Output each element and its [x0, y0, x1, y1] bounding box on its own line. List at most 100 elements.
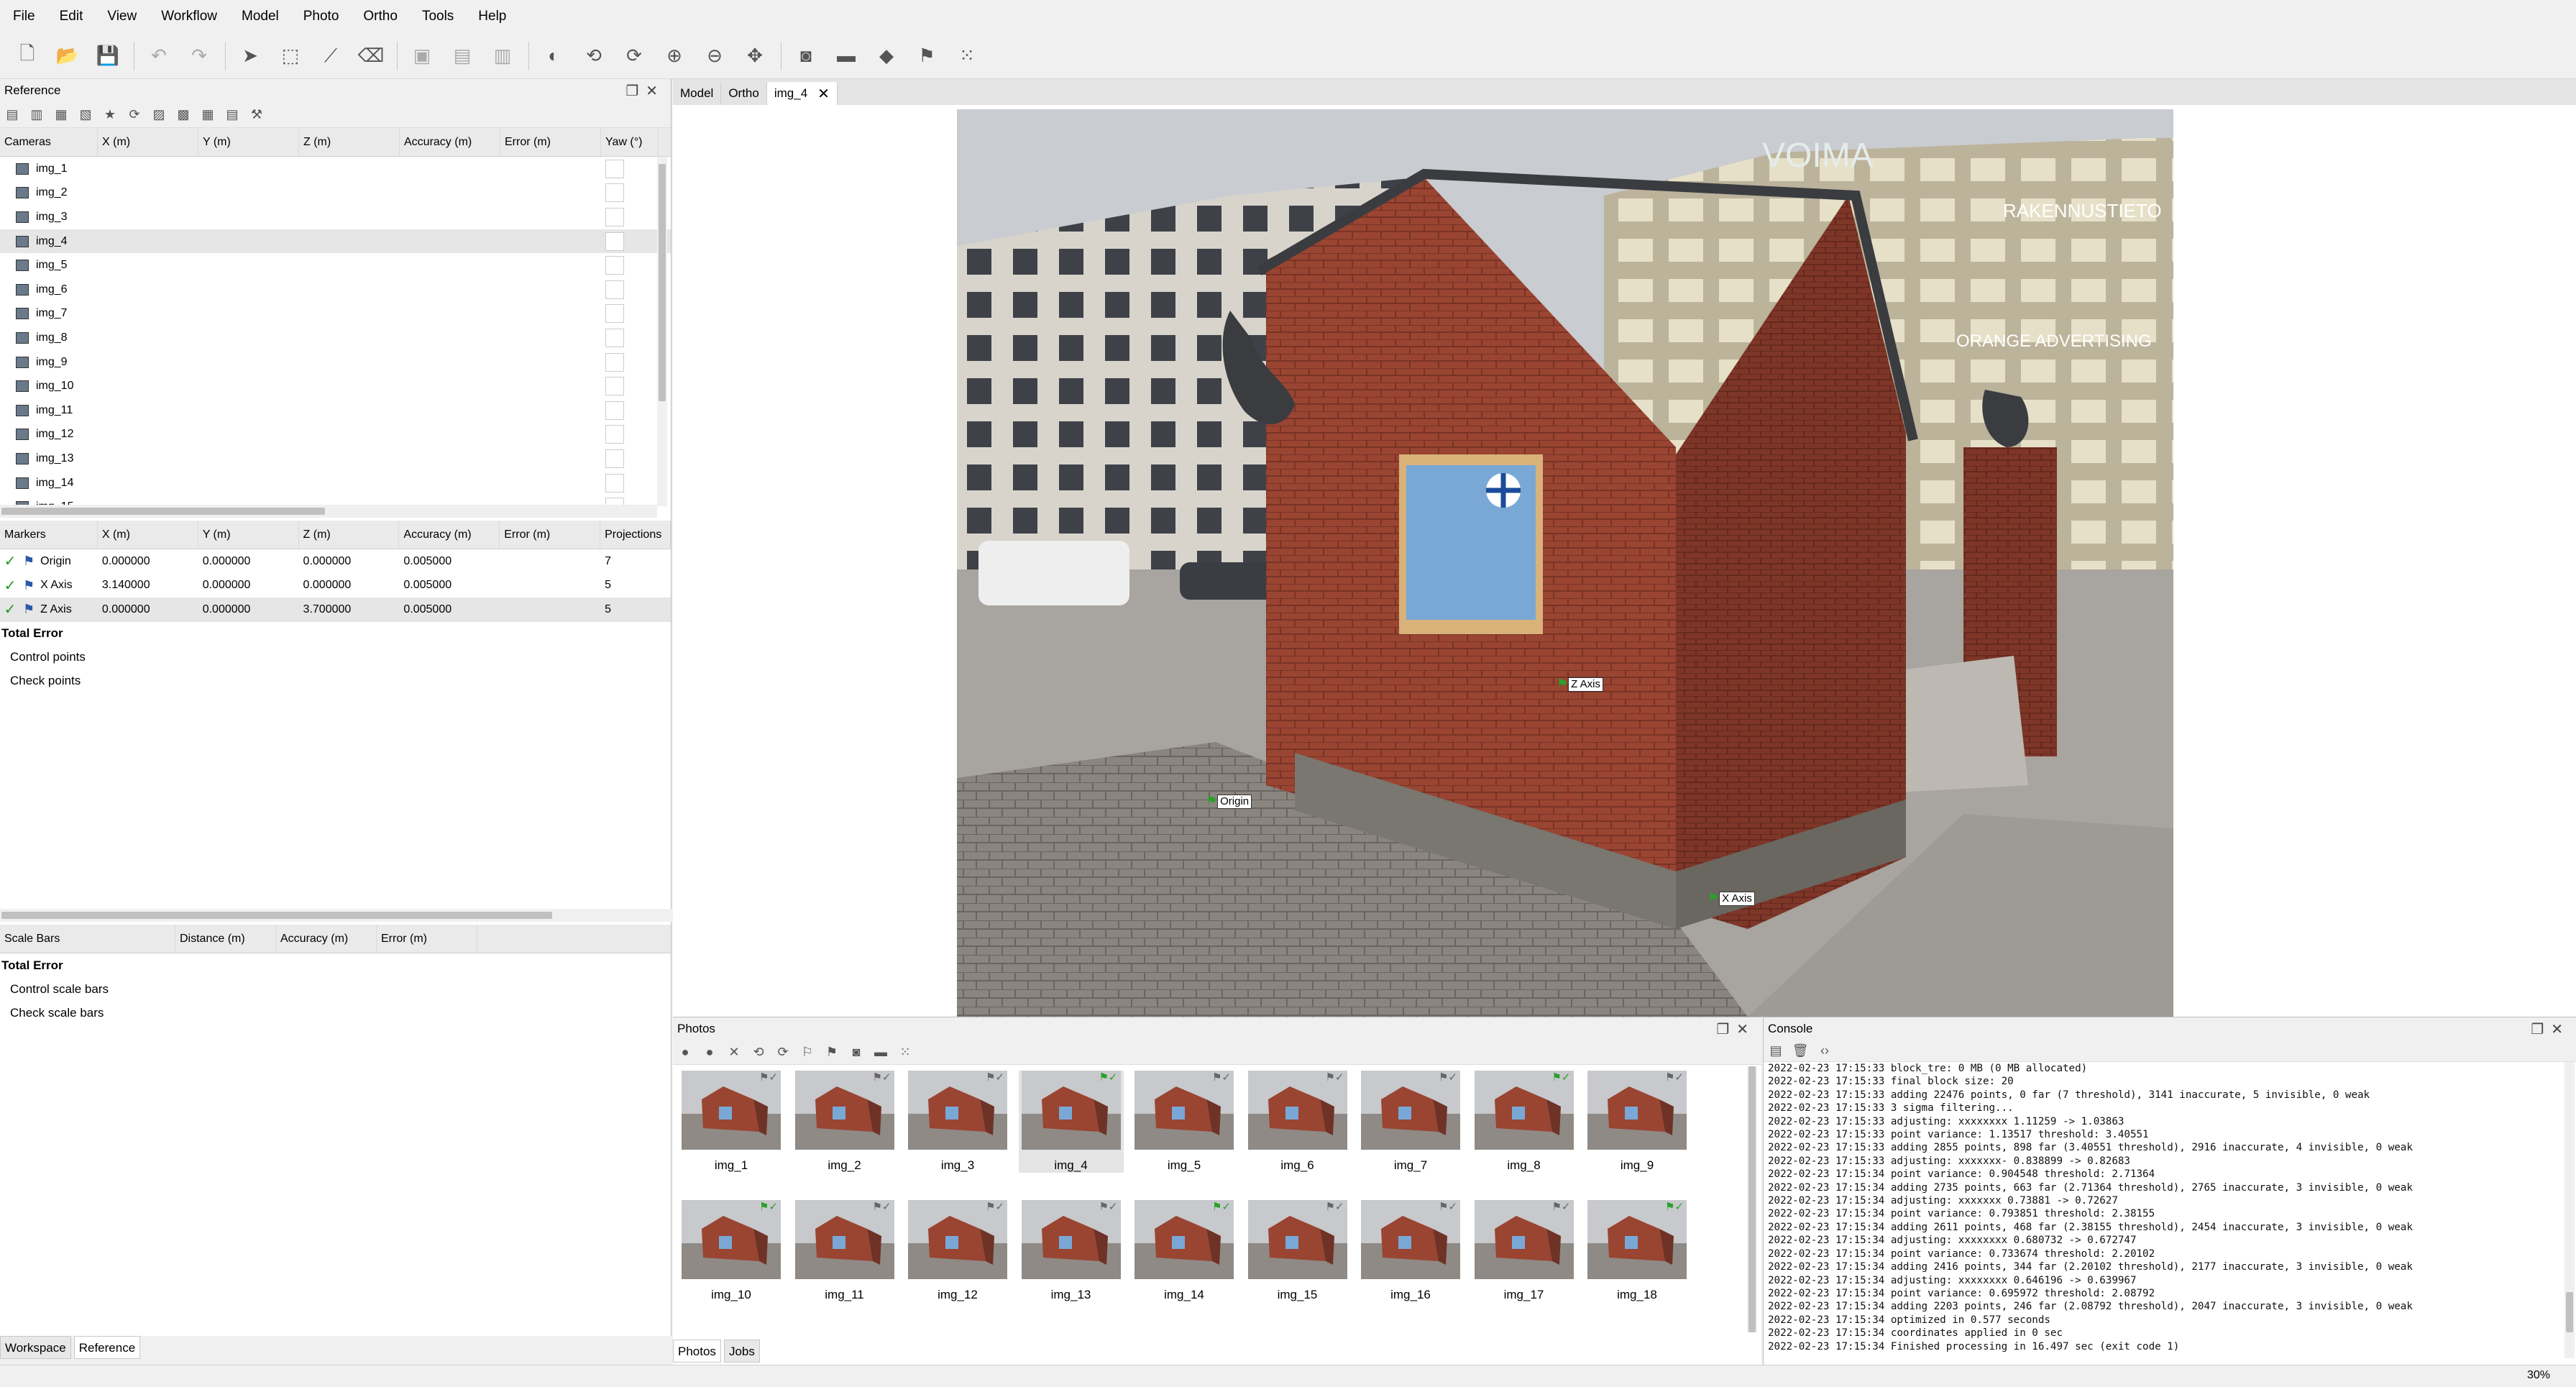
subtract-icon[interactable]: ▥: [488, 42, 517, 70]
camera-row[interactable]: img_6: [0, 278, 671, 302]
yaw-cell[interactable]: [605, 377, 624, 396]
marker-accuracy[interactable]: 0.005000: [399, 603, 500, 616]
tab-model[interactable]: Model: [673, 82, 722, 105]
camera-row[interactable]: img_3: [0, 205, 671, 229]
close-tab-icon[interactable]: ✕: [817, 85, 830, 103]
ruler-tool-icon[interactable]: ⟋: [316, 42, 345, 70]
marker-z[interactable]: 0.000000: [299, 555, 400, 568]
photo-thumbnail[interactable]: ⚑✓ img_13: [1019, 1200, 1124, 1302]
console-vscrollbar[interactable]: [2564, 1062, 2575, 1358]
marker-icon[interactable]: ◆: [872, 42, 901, 70]
details-icon[interactable]: ▬: [873, 1045, 889, 1061]
brightness-icon[interactable]: ◐: [539, 42, 568, 70]
control-scale-bars-row[interactable]: Control scale bars: [0, 977, 671, 1001]
yaw-cell[interactable]: [605, 207, 624, 226]
marker-z[interactable]: 3.700000: [299, 603, 400, 616]
col-marker-error[interactable]: Error (m): [500, 521, 601, 549]
photo-thumbnail[interactable]: ⚑✓ img_16: [1358, 1200, 1463, 1302]
yaw-cell[interactable]: [605, 473, 624, 493]
photo-thumbnail[interactable]: ⚑✓ img_4: [1018, 1071, 1124, 1173]
rectangle-selection-icon[interactable]: ⬚: [276, 42, 305, 70]
check-points-row[interactable]: Check points: [0, 669, 671, 693]
col-y[interactable]: Y (m): [198, 128, 299, 156]
rotate-left-icon[interactable]: ⟲: [751, 1045, 766, 1061]
col-scale-error[interactable]: Error (m): [377, 925, 477, 953]
camera-row[interactable]: img_2: [0, 181, 671, 206]
star-icon[interactable]: ★: [102, 107, 118, 123]
export-icon[interactable]: ▥: [29, 107, 45, 123]
view-estimated-icon[interactable]: ▩: [175, 107, 191, 123]
panel-float-close-icon[interactable]: ❐✕: [1716, 1020, 1756, 1038]
camera-row[interactable]: img_11: [0, 398, 671, 423]
yaw-cell[interactable]: [605, 232, 624, 251]
yaw-cell[interactable]: [605, 159, 624, 178]
col-x[interactable]: X (m): [98, 128, 198, 156]
photo-thumbnail[interactable]: ⚑✓ img_15: [1245, 1200, 1350, 1302]
photo-thumbnail[interactable]: ⚑✓ img_8: [1472, 1071, 1577, 1173]
cameras-vscrollbar[interactable]: [657, 157, 667, 506]
photos-vscrollbar[interactable]: [1747, 1066, 1757, 1332]
col-markers[interactable]: Markers: [0, 521, 98, 549]
eraser-icon[interactable]: ⌫: [357, 42, 385, 70]
yaw-cell[interactable]: [605, 304, 624, 324]
tab-reference[interactable]: Reference: [73, 1336, 141, 1359]
panel-float-close-icon[interactable]: ❐✕: [625, 82, 665, 100]
save-log-icon[interactable]: ▤: [1768, 1043, 1784, 1059]
remove-icon[interactable]: ✕: [726, 1045, 742, 1061]
camera-row[interactable]: img_12: [0, 423, 671, 447]
convert-icon[interactable]: ▦: [53, 107, 69, 123]
camera-row[interactable]: img_1: [0, 157, 671, 181]
marker-row[interactable]: ✓ ⚑ Origin 0.000000 0.000000 0.000000 0.005000…: [0, 549, 671, 574]
undo-icon[interactable]: ↶: [145, 42, 173, 70]
yaw-cell[interactable]: [605, 425, 624, 444]
marker-x-axis[interactable]: ⚑ X Axis: [1708, 891, 1755, 906]
photo-thumbnail[interactable]: ⚑✓ img_11: [792, 1200, 897, 1302]
optimize-icon[interactable]: ▧: [78, 107, 93, 123]
view-errors-icon[interactable]: ▦: [200, 107, 216, 123]
photo-thumbnail[interactable]: ⚑✓ img_1: [679, 1071, 784, 1173]
redo-icon[interactable]: ↷: [185, 42, 214, 70]
camera-row[interactable]: img_4: [0, 229, 671, 254]
menu-edit[interactable]: Edit: [60, 9, 83, 24]
photo-thumbnail[interactable]: ⚑✓ img_5: [1132, 1071, 1237, 1173]
photo-thumbnail[interactable]: ⚑✓ img_14: [1132, 1200, 1237, 1302]
col-error[interactable]: Error (m): [500, 128, 601, 156]
clear-log-icon[interactable]: 🗑: [1792, 1043, 1809, 1059]
marker-origin[interactable]: ⚑ Origin: [1206, 794, 1252, 809]
yaw-cell[interactable]: [605, 256, 624, 275]
camera-row[interactable]: img_7: [0, 302, 671, 326]
camera-row[interactable]: img_9: [0, 350, 671, 375]
col-projections[interactable]: Projections: [600, 521, 671, 549]
view-source-icon[interactable]: ▨: [151, 107, 167, 123]
col-marker-x[interactable]: X (m): [98, 521, 198, 549]
marker-x[interactable]: 0.000000: [98, 603, 198, 616]
menu-help[interactable]: Help: [478, 9, 506, 24]
col-cameras[interactable]: Cameras: [0, 128, 98, 156]
menu-photo[interactable]: Photo: [303, 9, 339, 24]
check-scale-bars-row[interactable]: Check scale bars: [0, 1001, 671, 1025]
marker-row[interactable]: ✓ ⚑ X Axis 3.140000 0.000000 0.000000 0.005000…: [0, 574, 671, 598]
camera-row[interactable]: img_13: [0, 447, 671, 471]
enable-camera-icon[interactable]: ●: [677, 1045, 693, 1061]
marker-accuracy[interactable]: 0.005000: [399, 579, 500, 592]
marker-y[interactable]: 0.000000: [198, 603, 299, 616]
mask-icon[interactable]: ◙: [848, 1045, 864, 1061]
filter-icon[interactable]: ⚐: [799, 1045, 815, 1061]
cameras-hscrollbar[interactable]: [0, 505, 657, 518]
zoom-out-icon[interactable]: ⊖: [700, 42, 729, 70]
crop-icon[interactable]: ▣: [408, 42, 436, 70]
col-scale-bars[interactable]: Scale Bars: [0, 925, 175, 953]
col-accuracy[interactable]: Accuracy (m): [400, 128, 500, 156]
col-scale-accuracy[interactable]: Accuracy (m): [276, 925, 377, 953]
console-output[interactable]: 2022-02-23 17:15:33 block_tre: 0 MB (0 M…: [1764, 1062, 2562, 1355]
photo-thumbnail[interactable]: ⚑✓ img_12: [905, 1200, 1010, 1302]
col-yaw[interactable]: Yaw (°): [601, 128, 659, 156]
menu-tools[interactable]: Tools: [422, 9, 454, 24]
tab-ortho[interactable]: Ortho: [721, 82, 767, 105]
yaw-cell[interactable]: [605, 449, 624, 468]
intersect-icon[interactable]: ▤: [448, 42, 477, 70]
yaw-cell[interactable]: [605, 280, 624, 299]
navigation-arrow-icon[interactable]: ➤: [236, 42, 265, 70]
col-z[interactable]: Z (m): [299, 128, 400, 156]
control-points-row[interactable]: Control points: [0, 646, 671, 669]
